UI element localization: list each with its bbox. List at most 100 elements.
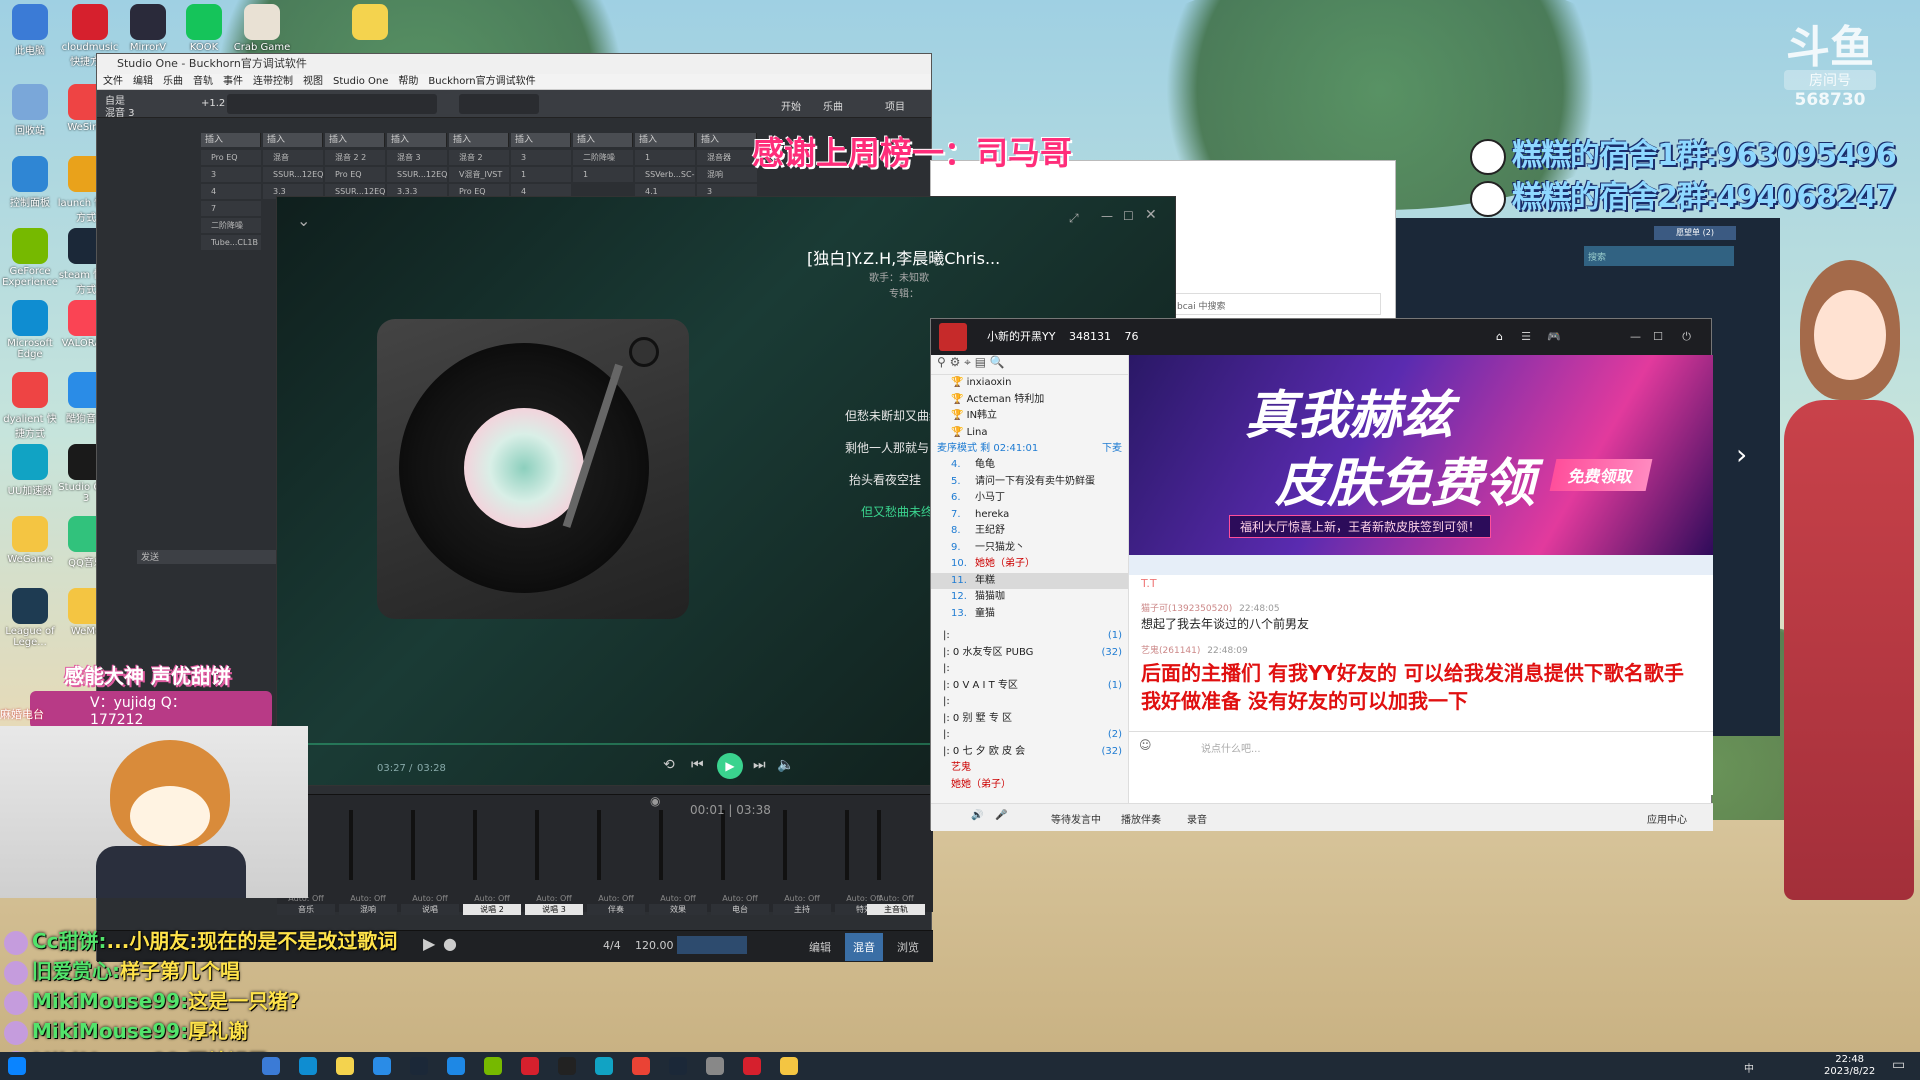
queue-item[interactable]: 9. 一只猫龙丶: [931, 540, 1128, 557]
minimize-icon[interactable]: —: [1101, 209, 1113, 223]
taskbar-app-icon[interactable]: [780, 1057, 798, 1075]
chevron-right-icon[interactable]: ›: [1736, 438, 1747, 471]
insert-slot[interactable]: 1: [573, 167, 633, 182]
tab-mix[interactable]: 混音: [845, 933, 883, 961]
queue-item[interactable]: 8. 王纪舒: [931, 523, 1128, 540]
loop-icon[interactable]: ⟲: [663, 757, 675, 773]
accompany-label[interactable]: 播放伴奏: [1121, 811, 1161, 826]
maximize-icon[interactable]: ☐: [1123, 209, 1134, 223]
channel-name[interactable]: 电台: [711, 904, 769, 915]
taskbar-app-icon[interactable]: [743, 1057, 761, 1075]
taskbar-app-icon[interactable]: [595, 1057, 613, 1075]
taskbar-app-icon[interactable]: [521, 1057, 539, 1075]
insert-header[interactable]: 插入: [511, 133, 571, 147]
start-icon[interactable]: [8, 1057, 26, 1075]
minimize-icon[interactable]: —: [1630, 319, 1641, 355]
tab-browse[interactable]: 浏览: [897, 939, 919, 955]
ad-banner[interactable]: 真我赫兹 皮肤免费领 免费领取 福利大厅惊喜上新，王者新款皮肤签到可领！: [1129, 355, 1713, 555]
fader-track[interactable]: [411, 810, 415, 880]
banner-button[interactable]: 免费领取: [1549, 459, 1653, 491]
channel-name[interactable]: 混响: [339, 904, 397, 915]
maximize-icon[interactable]: ☐: [1653, 319, 1663, 355]
fader-track[interactable]: [535, 810, 539, 880]
fullscreen-icon[interactable]: ⤢: [1069, 211, 1079, 226]
room-item[interactable]: |: 0 别 墅 专 区: [931, 711, 1128, 728]
desktop-icon[interactable]: WeGame: [0, 516, 60, 565]
desktop-icon[interactable]: 回收站: [0, 84, 60, 137]
desktop-icon[interactable]: GeForce Experience: [0, 228, 60, 288]
insert-slot[interactable]: Pro EQ: [325, 167, 385, 182]
automation-label[interactable]: Auto: Off: [649, 894, 707, 903]
menu-item[interactable]: Buckhorn官方调试软件: [428, 76, 535, 87]
chevron-down-icon[interactable]: ⌄: [297, 211, 310, 230]
room-item[interactable]: |: 0 七 夕 欧 皮 会 (32): [931, 744, 1128, 761]
insert-slot[interactable]: 二阶降噪: [573, 150, 633, 165]
insert-header[interactable]: 插入: [325, 133, 385, 147]
fader-track[interactable]: [473, 810, 477, 880]
menu-item[interactable]: 事件: [223, 76, 243, 87]
fader-track[interactable]: [597, 810, 601, 880]
taskbar-app-icon[interactable]: [558, 1057, 576, 1075]
menu-item[interactable]: Studio One: [333, 76, 388, 87]
speaker-icon[interactable]: 🔊: [971, 810, 983, 821]
automation-label[interactable]: Auto: Off: [867, 894, 925, 903]
insert-slot[interactable]: 1: [635, 150, 695, 165]
desktop-icon[interactable]: League of Lege...: [0, 588, 60, 648]
desktop-icon[interactable]: UU加速器: [0, 444, 60, 497]
insert-slot[interactable]: 混响: [697, 167, 757, 182]
fader-track[interactable]: [659, 810, 663, 880]
home-icon[interactable]: ⌂: [1496, 319, 1503, 355]
toolbar-project[interactable]: 项目: [885, 98, 905, 113]
desktop-icon[interactable]: [340, 4, 400, 42]
automation-label[interactable]: Auto: Off: [401, 894, 459, 903]
record-label[interactable]: 录音: [1187, 811, 1207, 826]
notification-icon[interactable]: ▭: [1892, 1057, 1905, 1073]
insert-header[interactable]: 插入: [263, 133, 323, 147]
insert-slot[interactable]: Pro EQ: [201, 150, 261, 165]
insert-slot[interactable]: 3: [201, 167, 261, 182]
queue-item[interactable]: 13. 童猫: [931, 606, 1128, 623]
bottom-user[interactable]: 她她（弟子）: [931, 777, 1128, 794]
menu-item[interactable]: 乐曲: [163, 76, 183, 87]
insert-slot[interactable]: 混音 2 2: [325, 150, 385, 165]
channel-name[interactable]: 效果: [649, 904, 707, 915]
menu-item[interactable]: 编辑: [133, 76, 153, 87]
steam-search[interactable]: 搜索: [1584, 246, 1734, 266]
fader-track[interactable]: [877, 810, 881, 880]
insert-slot[interactable]: 1: [511, 167, 571, 182]
tempo[interactable]: 120.00: [635, 939, 674, 952]
wishlist-badge[interactable]: 愿望单 (2): [1654, 226, 1736, 240]
automation-label[interactable]: Auto: Off: [463, 894, 521, 903]
list-icon[interactable]: ☰: [1521, 319, 1531, 355]
play-button[interactable]: ▶: [423, 934, 435, 953]
top-user[interactable]: 🏆 inxiaoxin: [931, 375, 1128, 392]
insert-slot[interactable]: 4: [201, 184, 261, 199]
toolbar-song[interactable]: 乐曲: [823, 98, 843, 113]
clock[interactable]: 22:48 2023/8/22: [1824, 1054, 1875, 1078]
chat-input[interactable]: 说点什么吧...: [1201, 740, 1261, 755]
top-user[interactable]: 🏆 Lina: [931, 425, 1128, 442]
taskbar-app-icon[interactable]: [632, 1057, 650, 1075]
insert-slot[interactable]: 混音: [263, 150, 323, 165]
channel-name[interactable]: 说唱 3: [525, 904, 583, 915]
room-item[interactable]: |:: [931, 661, 1128, 678]
tab-edit[interactable]: 编辑: [809, 939, 831, 955]
channel-name[interactable]: 主音轨: [867, 904, 925, 915]
channel-name[interactable]: 伴奏: [587, 904, 645, 915]
queue-item[interactable]: 4. 龟龟: [931, 457, 1128, 474]
insert-header[interactable]: 插入: [387, 133, 447, 147]
insert-slot[interactable]: Tube...CL1B: [201, 235, 261, 250]
insert-slot[interactable]: SSVerb...SC-2: [635, 167, 695, 182]
channel-name[interactable]: 说唱 2: [463, 904, 521, 915]
menu-item[interactable]: 视图: [303, 76, 323, 87]
automation-label[interactable]: Auto: Off: [773, 894, 831, 903]
play-button[interactable]: ▶: [717, 753, 743, 779]
taskbar-app-icon[interactable]: [410, 1057, 428, 1075]
insert-header[interactable]: 插入: [635, 133, 695, 147]
waiting-label[interactable]: 等待发言中: [1051, 811, 1101, 826]
insert-slot[interactable]: 混音 2: [449, 150, 509, 165]
insert-slot[interactable]: 7: [201, 201, 261, 216]
automation-label[interactable]: Auto: Off: [339, 894, 397, 903]
bottom-user[interactable]: 艺鬼: [931, 760, 1128, 777]
taskbar-app-icon[interactable]: [484, 1057, 502, 1075]
